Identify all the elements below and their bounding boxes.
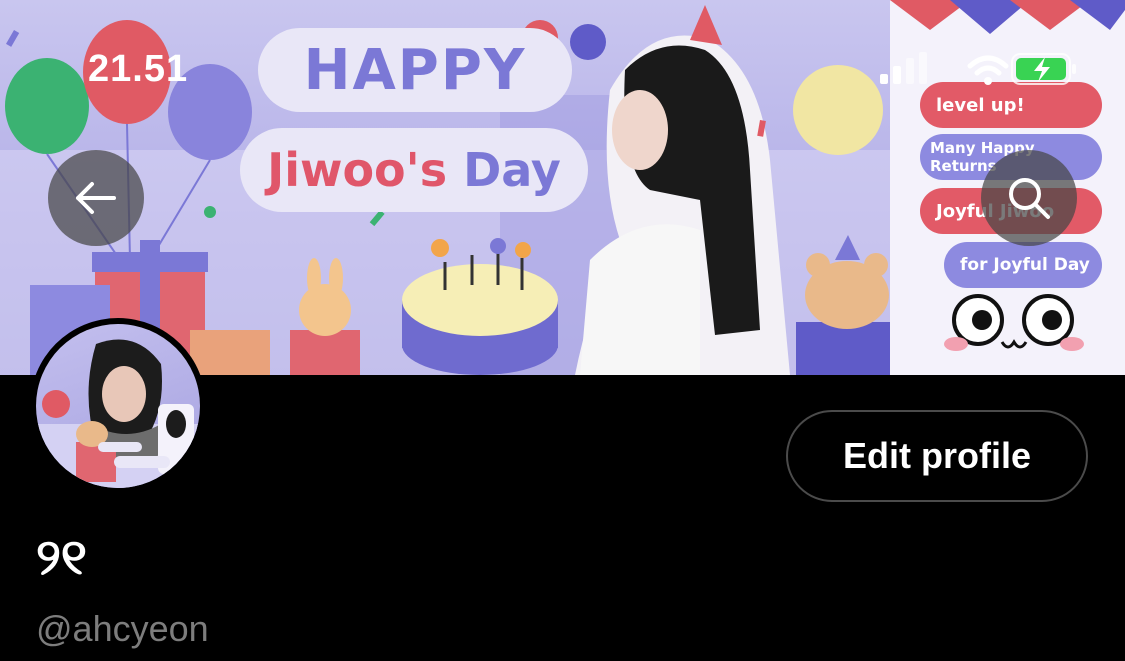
banner-day-text: Day	[463, 143, 561, 197]
profile-handle: @ahcyeon	[36, 608, 209, 649]
back-button[interactable]	[48, 150, 144, 246]
banner-name-text: Jiwoo's	[267, 143, 448, 197]
status-icons	[880, 52, 1076, 85]
banner-tag-level-up: level up!	[920, 82, 1102, 128]
status-time: 21.51	[88, 48, 189, 90]
banner-happy-pill: HAPPY	[258, 28, 572, 112]
banner-happy-text: HAPPY	[303, 37, 527, 103]
profile-avatar[interactable]	[30, 318, 206, 494]
avatar-illustration	[36, 339, 200, 488]
banner-day-pill: Jiwoo's Day	[240, 128, 588, 212]
avatar-image	[36, 324, 200, 488]
profile-banner[interactable]: HAPPY Jiwoo's Day level up! Many Happy R…	[0, 0, 1125, 375]
profile-display-name: ୨୧	[36, 529, 87, 585]
search-button[interactable]	[981, 150, 1077, 246]
back-arrow-icon	[76, 182, 116, 214]
banner-tag-for-joyful-day: for Joyful Day	[944, 242, 1102, 288]
edit-profile-button[interactable]: Edit profile	[786, 410, 1088, 502]
battery-charging-icon	[1011, 53, 1076, 85]
search-icon	[1009, 178, 1050, 219]
wifi-icon	[967, 55, 1009, 85]
cellular-signal-icon	[880, 52, 927, 84]
